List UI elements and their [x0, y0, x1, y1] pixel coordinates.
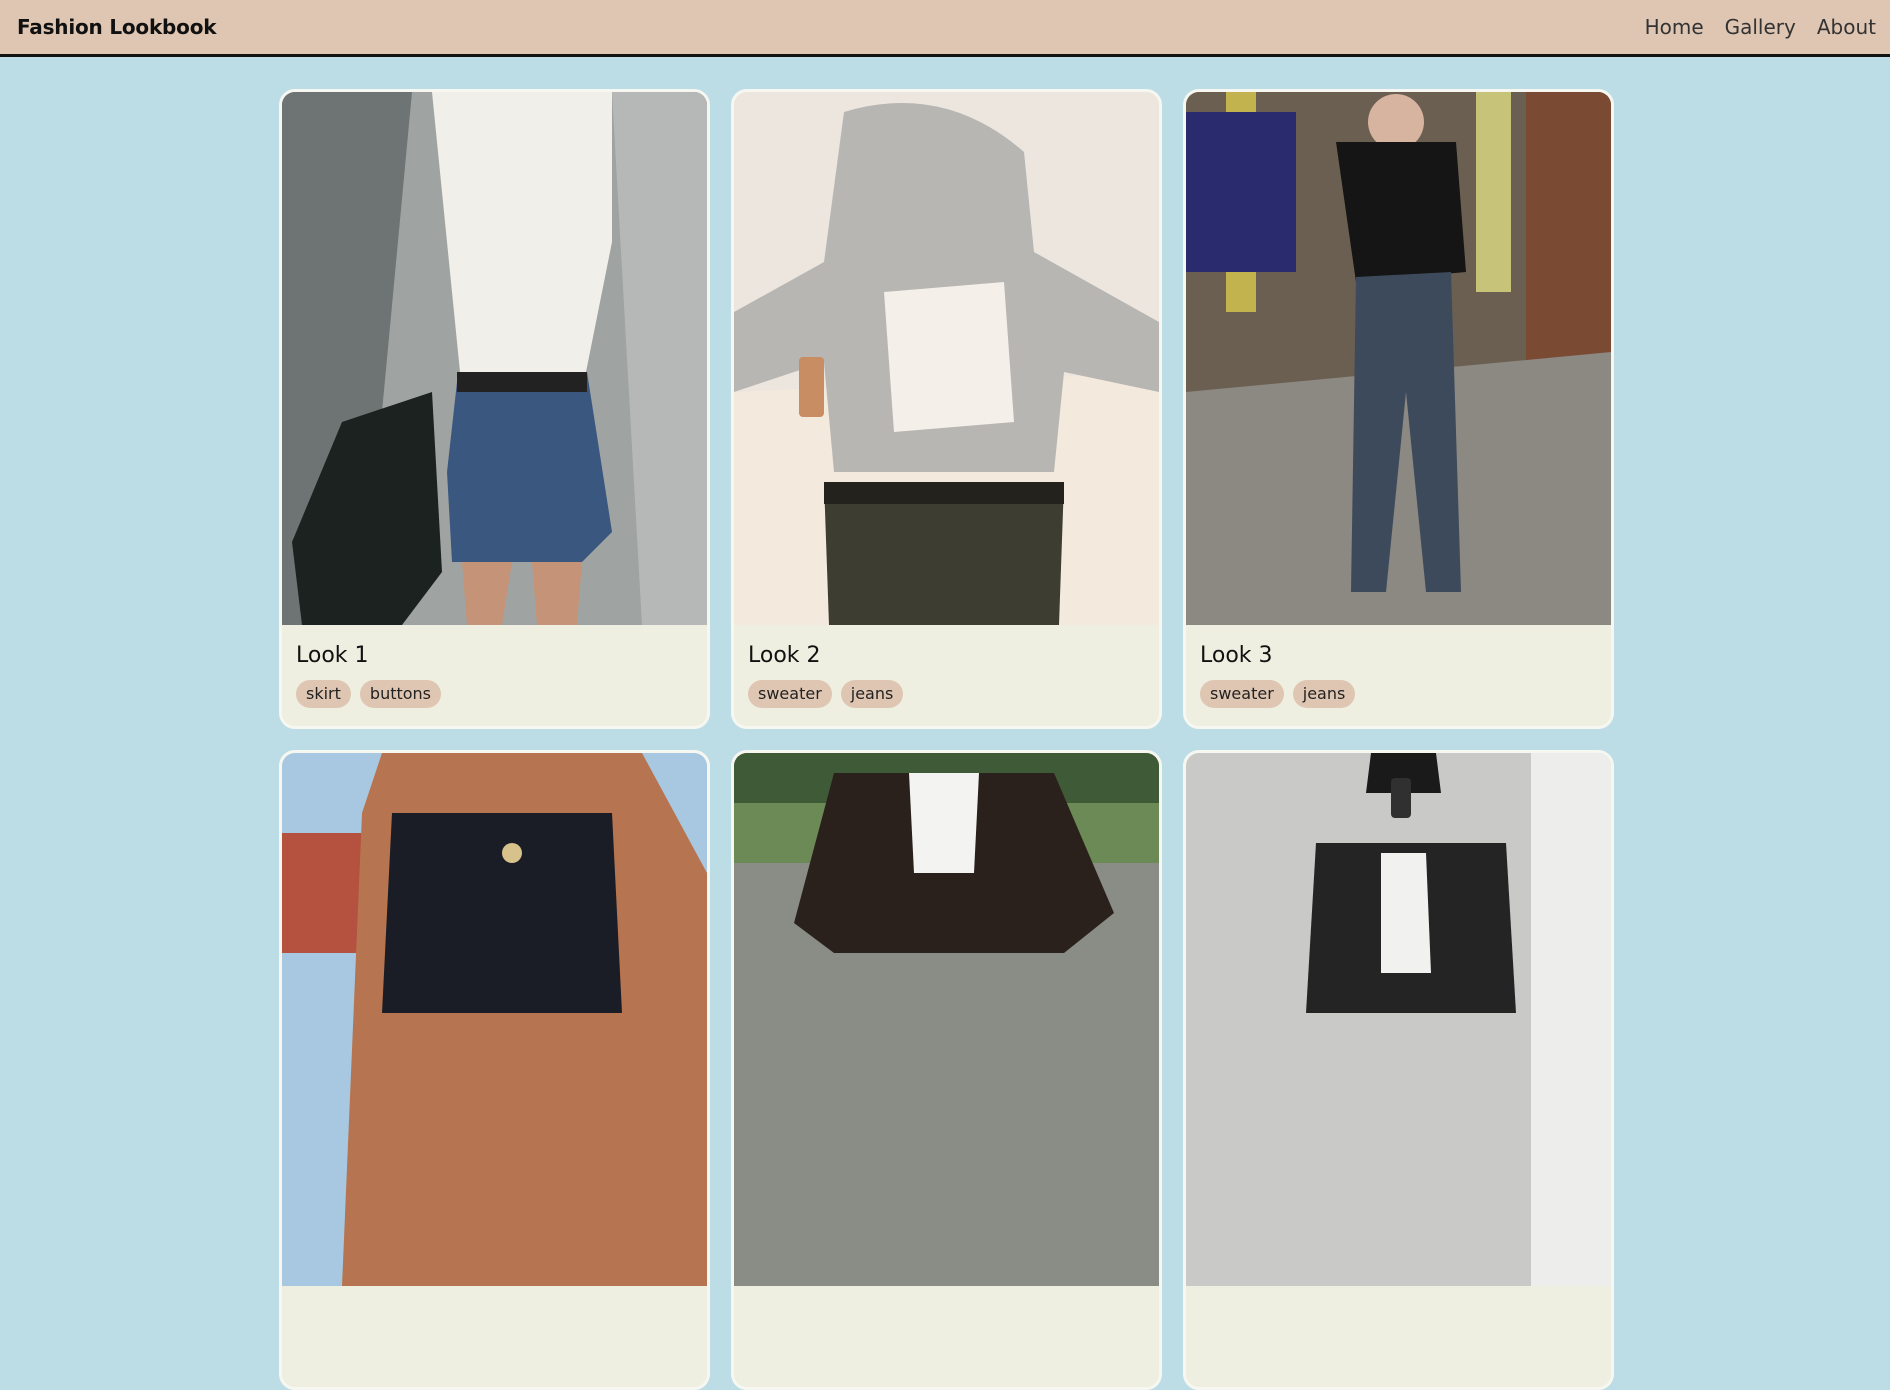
look-photo[interactable] — [282, 92, 707, 625]
look-photo[interactable] — [734, 753, 1159, 1286]
outfit-photo-2 — [734, 92, 1159, 625]
nav-home-link[interactable]: Home — [1645, 15, 1704, 39]
look-card[interactable]: Look 2 sweater jeans — [731, 89, 1162, 729]
main-nav: Home Gallery About — [1624, 0, 1890, 54]
look-photo[interactable] — [734, 92, 1159, 625]
tag-pill[interactable]: skirt — [296, 680, 351, 708]
look-title: Look 2 — [748, 643, 821, 668]
outfit-photo-6 — [1186, 753, 1611, 1286]
look-card-body: Look 1 skirt buttons — [282, 625, 707, 708]
look-title: Look 1 — [296, 643, 369, 668]
tag-list: sweater jeans — [1200, 680, 1597, 708]
tag-pill[interactable]: jeans — [1292, 680, 1356, 708]
look-card-body: Look 2 sweater jeans — [734, 625, 1159, 708]
look-card[interactable]: Look 1 skirt buttons — [279, 89, 710, 729]
top-navbar: Fashion Lookbook Home Gallery About — [0, 0, 1890, 57]
look-card-body: Look 3 sweater jeans — [1186, 625, 1611, 708]
nav-about-link[interactable]: About — [1817, 15, 1876, 39]
tag-list: skirt buttons — [296, 680, 693, 708]
tag-pill[interactable]: sweater — [748, 680, 832, 708]
brand-logo-text[interactable]: Fashion Lookbook — [17, 15, 217, 39]
look-photo[interactable] — [1186, 92, 1611, 625]
tag-pill[interactable]: buttons — [359, 680, 442, 708]
tag-list: sweater jeans — [748, 680, 1145, 708]
nav-gallery-link[interactable]: Gallery — [1725, 15, 1796, 39]
look-photo[interactable] — [1186, 753, 1611, 1286]
outfit-photo-4 — [282, 753, 707, 1286]
look-card[interactable] — [279, 750, 710, 1390]
outfit-photo-3 — [1186, 92, 1611, 625]
lookbook-grid: Look 1 skirt buttons Look 2 sweater jean… — [279, 89, 1614, 1390]
outfit-photo-1 — [282, 92, 707, 625]
look-photo[interactable] — [282, 753, 707, 1286]
outfit-photo-5 — [734, 753, 1159, 1286]
tag-pill[interactable]: sweater — [1200, 680, 1284, 708]
look-card[interactable] — [731, 750, 1162, 1390]
look-card[interactable]: Look 3 sweater jeans — [1183, 89, 1614, 729]
tag-pill[interactable]: jeans — [840, 680, 904, 708]
look-title: Look 3 — [1200, 643, 1273, 668]
look-card[interactable] — [1183, 750, 1614, 1390]
